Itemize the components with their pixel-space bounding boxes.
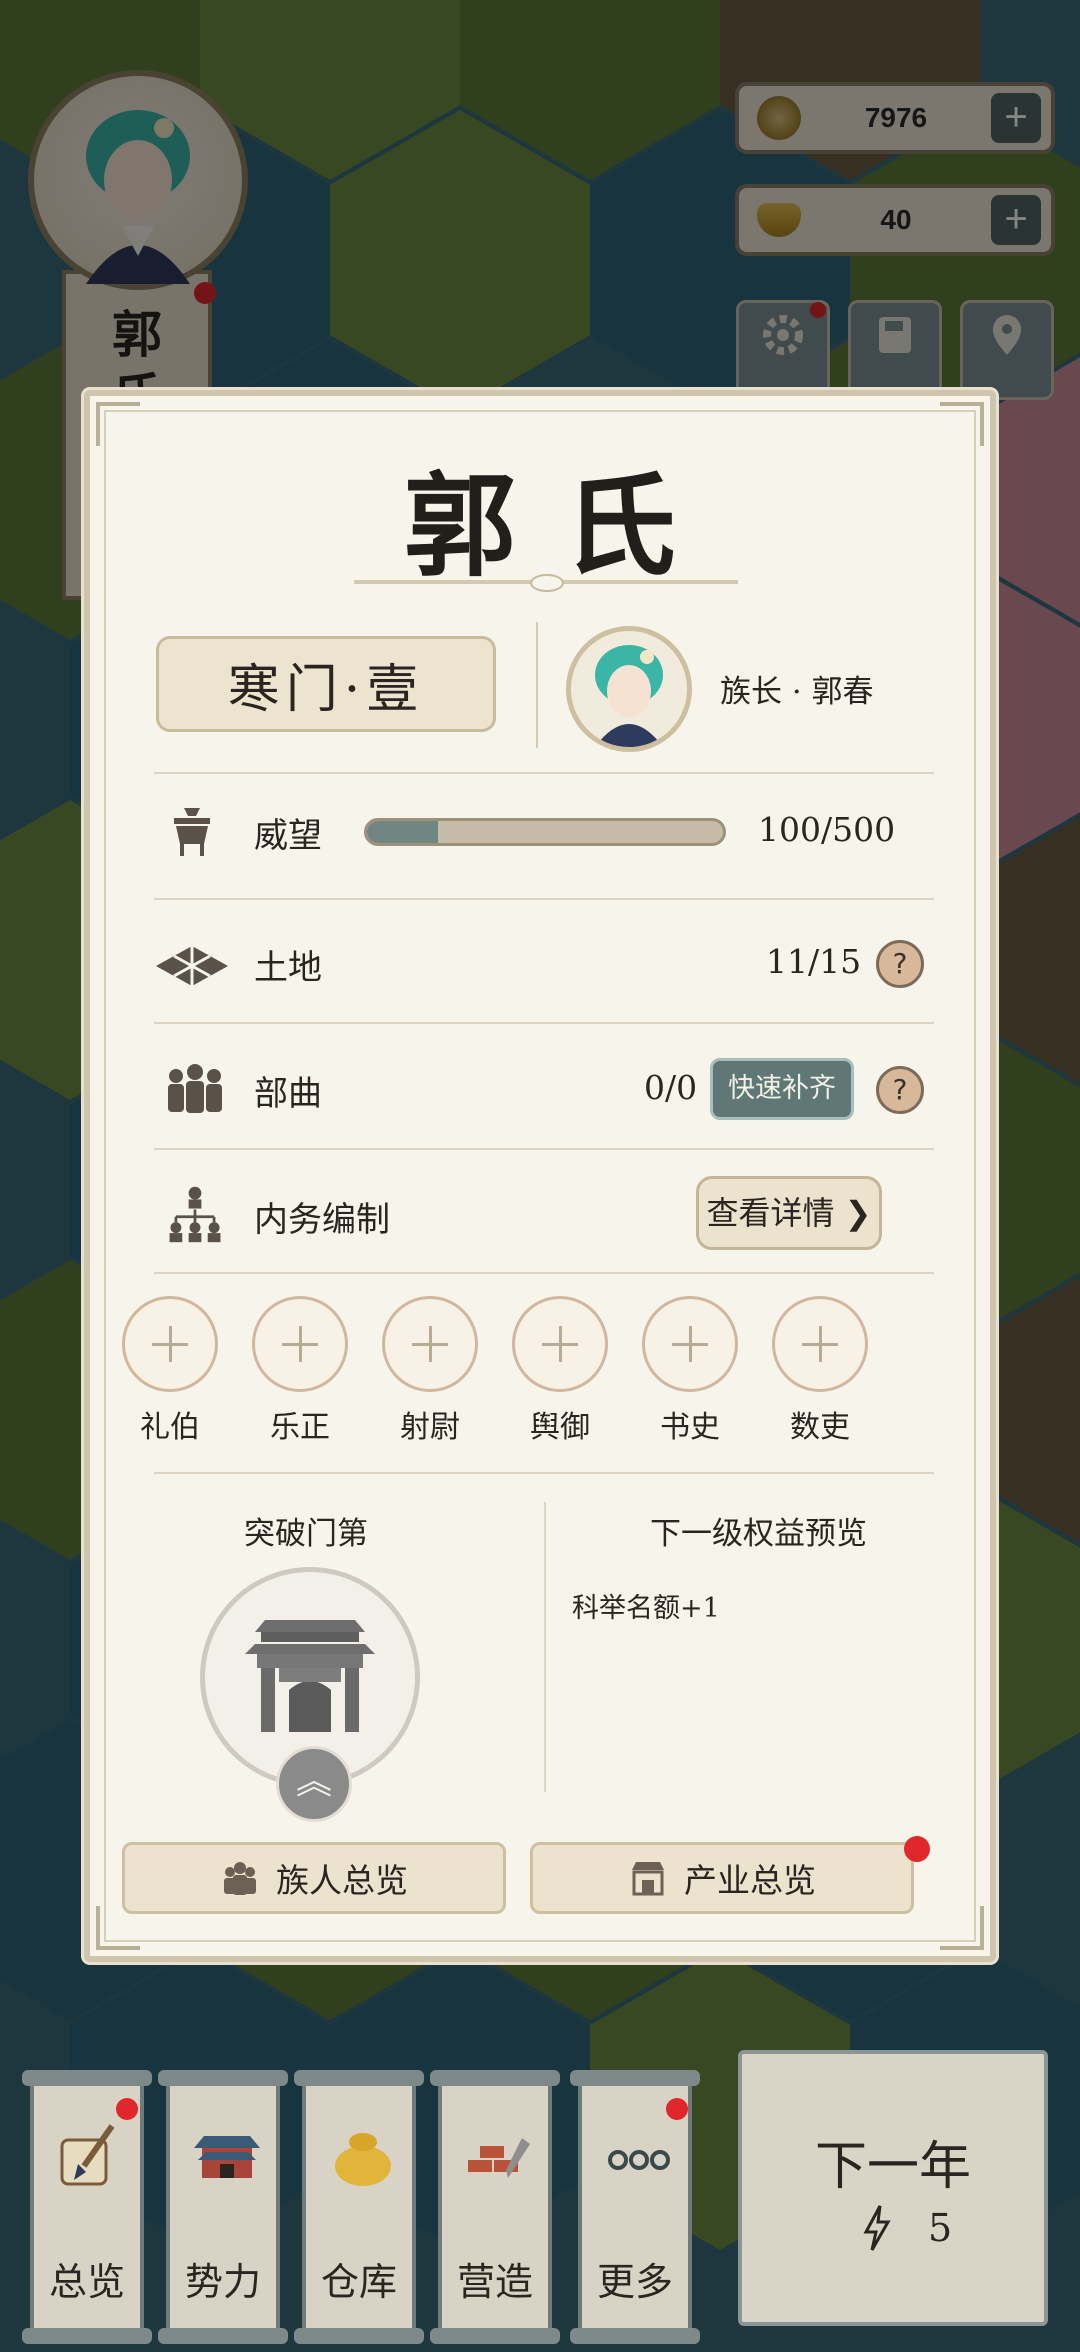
title-divider-ornament — [530, 574, 564, 592]
people-icon — [224, 1862, 256, 1895]
officer-slot[interactable]: 射尉 — [380, 1296, 480, 1446]
scroll-cap — [22, 2070, 152, 2086]
officer-slot-label: 舆御 — [530, 1410, 590, 1445]
nav-construction[interactable]: 营造 — [430, 2070, 560, 2344]
troops-label: 部曲 — [254, 1074, 322, 1114]
nav-label: 仓库 — [320, 2260, 397, 2304]
quick-replenish-button[interactable]: 快速补齐 — [710, 1058, 854, 1120]
leader-name: 族长 · 郭春 — [720, 674, 874, 710]
more-dots-icon — [608, 2150, 670, 2170]
divider — [154, 1022, 934, 1024]
next-year-label: 下一年 — [814, 2137, 971, 2197]
land-plots-icon — [156, 946, 228, 986]
clan-members-overview-label: 族人总览 — [276, 1861, 408, 1900]
add-officer-icon — [122, 1296, 218, 1392]
troops-icon — [168, 1064, 222, 1113]
divider — [544, 1502, 546, 1792]
troops-value: 0/0 — [644, 1068, 698, 1107]
add-officer-icon — [772, 1296, 868, 1392]
nav-label: 更多 — [596, 2260, 673, 2304]
scroll-cap — [294, 2070, 424, 2086]
energy-count: 5 — [928, 2206, 953, 2250]
officer-slot[interactable]: 数吏 — [770, 1296, 870, 1446]
land-help-button[interactable]: ? — [876, 940, 924, 988]
divider — [154, 772, 934, 774]
nav-label: 营造 — [456, 2260, 533, 2304]
scroll-cap — [294, 2328, 424, 2344]
view-details-button[interactable]: 查看详情 ❯ — [696, 1176, 882, 1250]
upgrade-rank-button[interactable]: ︽ — [276, 1746, 352, 1822]
nav-warehouse[interactable]: 仓库 — [294, 2070, 424, 2344]
scroll-cap — [570, 2328, 700, 2344]
prestige-progress-fill — [367, 821, 439, 843]
next-level-benefit: 科举名额+1 — [572, 1593, 720, 1624]
next-level-title: 下一级权益预览 — [650, 1516, 867, 1552]
scroll-cap — [158, 2070, 288, 2086]
scroll-cap — [570, 2070, 700, 2086]
notification-dot — [904, 1836, 930, 1862]
breakthrough-title: 突破门第 — [244, 1516, 368, 1552]
scroll-cap — [158, 2328, 288, 2344]
leader-portrait-icon — [595, 645, 663, 747]
officer-slot[interactable]: 书史 — [640, 1296, 740, 1446]
clan-members-overview-button[interactable]: 族人总览 — [122, 1842, 506, 1914]
nav-label: 势力 — [184, 2260, 261, 2304]
land-label: 土地 — [254, 948, 322, 988]
clan-info-panel: 郭氏 寒门·壹 族长 · 郭春 威望 100/500 土地 11/15 ? 部曲… — [84, 390, 996, 1962]
add-officer-icon — [512, 1296, 608, 1392]
divider — [154, 1148, 934, 1150]
nav-label: 总览 — [48, 2260, 125, 2304]
leader-avatar[interactable] — [566, 626, 692, 752]
divider — [536, 622, 538, 748]
prestige-label: 威望 — [254, 816, 322, 856]
notification-dot — [116, 2098, 138, 2120]
scroll-cap — [430, 2070, 560, 2086]
notification-dot — [666, 2098, 688, 2120]
industry-overview-button[interactable]: 产业总览 — [530, 1842, 914, 1914]
affairs-label: 内务编制 — [254, 1200, 390, 1240]
troops-help-button[interactable]: ? — [876, 1066, 924, 1114]
clan-rank-plate: 寒门·壹 — [156, 636, 496, 732]
add-officer-icon — [642, 1296, 738, 1392]
org-chart-icon — [169, 1186, 221, 1243]
prestige-value: 100/500 — [758, 810, 896, 849]
officer-slot[interactable]: 舆御 — [510, 1296, 610, 1446]
officer-slot-label: 数吏 — [790, 1410, 850, 1445]
bricks-trowel-icon — [468, 2138, 530, 2178]
corner-ornament — [940, 1906, 984, 1950]
officer-slot-label: 乐正 — [270, 1410, 330, 1445]
add-officer-icon — [252, 1296, 348, 1392]
officer-slot-label: 射尉 — [400, 1410, 460, 1445]
money-bag-icon — [335, 2133, 391, 2186]
prestige-progress-bar — [364, 818, 726, 846]
scroll-brush-icon — [60, 2124, 115, 2186]
divider — [154, 1472, 934, 1474]
industry-overview-label: 产业总览 — [684, 1861, 816, 1900]
incense-burner-icon — [174, 808, 210, 856]
add-officer-icon — [382, 1296, 478, 1392]
lightning-icon — [863, 2205, 891, 2251]
next-year-button[interactable]: 下一年 5 — [738, 2050, 1048, 2326]
scroll-cap — [430, 2328, 560, 2344]
officer-slot-label: 礼伯 — [140, 1410, 200, 1445]
shop-icon — [632, 1862, 664, 1896]
officer-slot[interactable]: 乐正 — [250, 1296, 350, 1446]
palace-icon — [194, 2136, 260, 2178]
scroll-cap — [22, 2328, 152, 2344]
divider — [154, 898, 934, 900]
nav-faction[interactable]: 势力 — [158, 2070, 288, 2344]
officer-slot[interactable]: 礼伯 — [120, 1296, 220, 1446]
divider — [154, 1272, 934, 1274]
officer-slot-label: 书史 — [660, 1410, 720, 1445]
land-value: 11/15 — [766, 942, 862, 981]
